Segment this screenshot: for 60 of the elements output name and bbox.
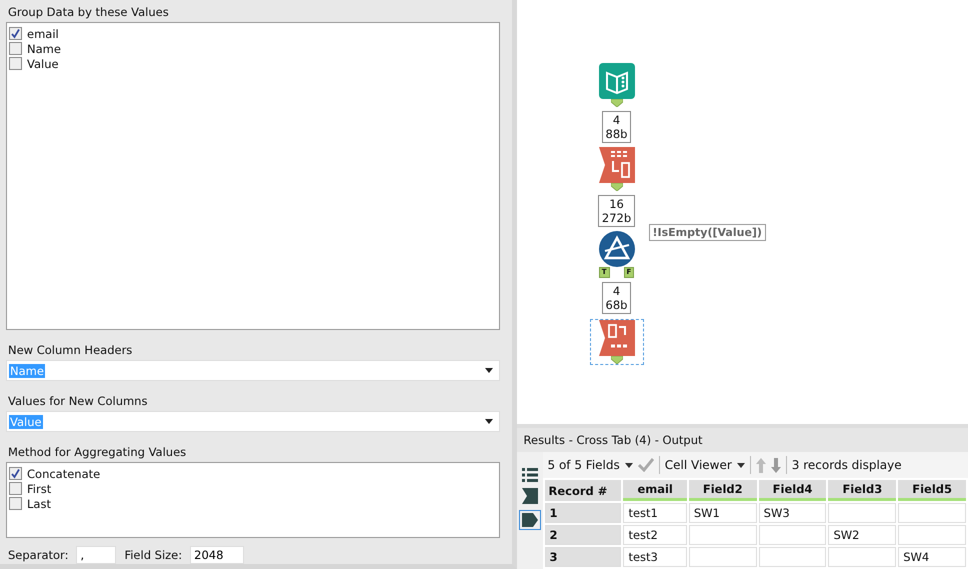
book-icon[interactable] xyxy=(598,63,635,99)
data-size: 88b xyxy=(606,127,628,141)
caret-icon[interactable] xyxy=(736,462,745,468)
column-header[interactable]: Field4 xyxy=(758,480,826,501)
checkbox-label[interactable]: Last xyxy=(27,496,51,510)
checkbox-label[interactable]: First xyxy=(27,482,52,496)
table-cell: SW3 xyxy=(758,503,826,523)
column-header[interactable]: Field2 xyxy=(688,480,757,501)
record-count: 4 xyxy=(612,284,620,298)
table-cell: test2 xyxy=(623,525,687,545)
table-cell: test1 xyxy=(623,503,687,523)
transpose-tool-icon[interactable] xyxy=(598,147,635,183)
table-cell: SW1 xyxy=(688,503,757,523)
caret-icon[interactable] xyxy=(484,419,493,424)
table-cell: 3 xyxy=(544,547,622,567)
checkbox[interactable] xyxy=(9,27,22,40)
column-header[interactable]: email xyxy=(623,480,687,501)
filter-tool-icon[interactable] xyxy=(598,231,635,267)
caret-icon[interactable] xyxy=(624,462,633,468)
fields-dropdown[interactable]: 5 of 5 Fields xyxy=(548,458,620,472)
checkbox[interactable] xyxy=(9,57,22,70)
caret-icon[interactable] xyxy=(484,368,493,373)
tool-node[interactable] xyxy=(590,319,644,365)
flag-icon[interactable] xyxy=(522,488,538,504)
record-count: 4 xyxy=(612,113,620,127)
section-label: Values for New Columns xyxy=(7,393,148,410)
table-cell: test3 xyxy=(623,547,687,567)
column-header[interactable]: Record # xyxy=(544,480,622,501)
checkbox[interactable] xyxy=(9,467,22,480)
list-icon[interactable] xyxy=(522,468,538,482)
checkbox[interactable] xyxy=(9,482,22,495)
checkmark-icon[interactable] xyxy=(638,458,654,472)
table-cell: 1 xyxy=(544,503,622,523)
down-arrow-icon[interactable] xyxy=(770,458,781,472)
table-cell: 2 xyxy=(544,525,622,545)
checkbox-label[interactable]: email xyxy=(27,26,59,40)
column-header[interactable]: Field3 xyxy=(828,480,896,501)
annotation-label: !IsEmpty([Value]) xyxy=(648,224,766,241)
section-label: Method for Aggregating Values xyxy=(7,444,188,461)
checkbox-label[interactable]: Name xyxy=(27,42,61,56)
crosstab-tool-icon[interactable] xyxy=(598,320,635,356)
checkbox[interactable] xyxy=(9,42,22,55)
records-count: 3 records displaye xyxy=(792,458,902,472)
table-cell: SW2 xyxy=(828,525,896,545)
checkbox[interactable] xyxy=(9,497,22,510)
data-size: 68b xyxy=(606,298,628,312)
input-field[interactable]: , xyxy=(76,546,116,564)
field-label: Separator: xyxy=(8,548,68,562)
checkbox-label[interactable]: Value xyxy=(27,56,59,70)
panel-title: Results - Cross Tab (4) - Output xyxy=(522,432,704,449)
checkbox-label[interactable]: Concatenate xyxy=(27,466,100,480)
viewer-dropdown[interactable]: Cell Viewer xyxy=(664,458,732,472)
data-size: 272b xyxy=(602,211,632,225)
table-cell: SW4 xyxy=(898,547,966,567)
section-label: New Column Headers xyxy=(7,342,134,359)
section-label: Group Data by these Values xyxy=(7,4,170,21)
column-header[interactable]: Field5 xyxy=(898,480,966,501)
field-label: Field Size: xyxy=(124,548,182,562)
input-field[interactable]: 2048 xyxy=(190,546,244,564)
record-count: 16 xyxy=(609,197,624,211)
